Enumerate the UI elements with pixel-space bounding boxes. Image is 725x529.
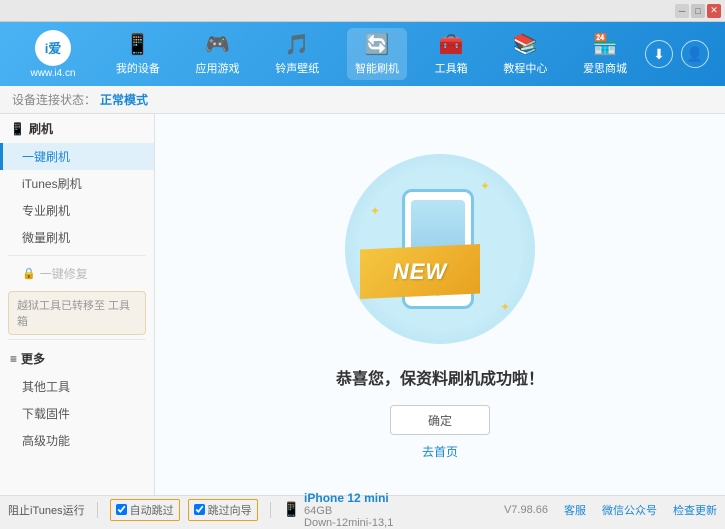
auto-dismiss-checkbox[interactable]: 自动跳过 — [110, 499, 180, 521]
nav-toolbox-icon: 🧰 — [439, 32, 464, 57]
other-tools-label: 其他工具 — [22, 380, 70, 394]
nav-tutorials-icon: 📚 — [513, 32, 538, 57]
nav-device-label: 我的设备 — [116, 60, 160, 76]
header-right: ⬇ 👤 — [645, 40, 717, 68]
jailbreak-notice-text: 越狱工具已转移至 工具箱 — [17, 300, 130, 328]
nav-apps-label: 应用游戏 — [196, 60, 240, 76]
success-illustration: NEW ✦ ✦ ✦ — [340, 149, 540, 349]
sidebar-item-advanced[interactable]: 高级功能 — [0, 427, 154, 454]
pro-flash-label: 专业刷机 — [22, 204, 70, 218]
one-key-flash-label: 一键刷机 — [22, 150, 70, 164]
nav-toolbox-label: 工具箱 — [435, 60, 468, 76]
sidebar-item-itunes-flash[interactable]: iTunes刷机 — [0, 170, 154, 197]
rescue-title: 一键修复 — [40, 265, 88, 282]
window-controls: ─ □ ✕ — [675, 4, 721, 18]
status-value: 正常模式 — [100, 91, 148, 108]
confirm-button-label: 确定 — [428, 412, 452, 429]
nav-device-icon: 📱 — [125, 32, 150, 57]
sidebar-section-flash: 📱 刷机 — [0, 114, 154, 143]
nav-brand-shop[interactable]: 🏪 爱思商城 — [575, 28, 635, 80]
flash-section-title: 刷机 — [29, 120, 53, 137]
device-name: iPhone 12 mini — [304, 491, 393, 505]
more-section-icon: ≡ — [10, 352, 17, 366]
bottom-right: V7.98.66 客服 微信公众号 检查更新 — [504, 502, 717, 518]
bottom-divider-1 — [97, 502, 98, 518]
wechat-link[interactable]: 微信公众号 — [602, 502, 657, 518]
logo-url: www.i4.cn — [30, 68, 75, 79]
flash-section-icon: 📱 — [10, 122, 25, 136]
new-banner: NEW — [360, 244, 480, 299]
sidebar-item-micro-flash[interactable]: 微量刷机 — [0, 224, 154, 251]
sidebar-divider-2 — [8, 339, 146, 340]
title-bar: ─ □ ✕ — [0, 0, 725, 22]
sidebar-item-pro-flash[interactable]: 专业刷机 — [0, 197, 154, 224]
nav-apps-icon: 🎮 — [205, 32, 230, 57]
new-badge-text: NEW — [393, 259, 447, 285]
skip-wizard-checkbox[interactable]: 跳过向导 — [188, 499, 258, 521]
sidebar: 📱 刷机 一键刷机 iTunes刷机 专业刷机 微量刷机 🔒 一键修复 越狱工具… — [0, 114, 155, 495]
minimize-button[interactable]: ─ — [675, 4, 689, 18]
device-phone-icon: 📱 — [283, 501, 300, 518]
device-storage: 64GB — [304, 505, 393, 517]
download-button[interactable]: ⬇ — [645, 40, 673, 68]
sidebar-divider-1 — [8, 255, 146, 256]
rescue-lock-icon: 🔒 — [22, 267, 36, 280]
sparkle-2: ✦ — [370, 204, 380, 218]
micro-flash-label: 微量刷机 — [22, 231, 70, 245]
nav-flash-label: 智能刷机 — [355, 60, 399, 76]
customer-service-link[interactable]: 客服 — [564, 502, 586, 518]
version-label: V7.98.66 — [504, 504, 548, 516]
nav-ringtones-icon: 🎵 — [285, 32, 310, 57]
nav-tutorials[interactable]: 📚 教程中心 — [495, 28, 555, 80]
sparkle-1: ✦ — [480, 179, 490, 193]
user-button[interactable]: 👤 — [681, 40, 709, 68]
nav-shop-icon: 🏪 — [593, 32, 618, 57]
skip-wizard-label: 跳过向导 — [208, 502, 252, 518]
nav-flash-icon: 🔄 — [365, 32, 390, 57]
sidebar-section-more: ≡ 更多 — [0, 344, 154, 373]
header: i爱 www.i4.cn 📱 我的设备 🎮 应用游戏 🎵 铃声壁纸 🔄 智能刷机… — [0, 22, 725, 86]
sidebar-item-other-tools[interactable]: 其他工具 — [0, 373, 154, 400]
nav-items: 📱 我的设备 🎮 应用游戏 🎵 铃声壁纸 🔄 智能刷机 🧰 工具箱 📚 教程中心… — [98, 28, 645, 80]
success-title: 恭喜您，保资料刷机成功啦！ — [336, 365, 544, 389]
sidebar-item-one-key-flash[interactable]: 一键刷机 — [0, 143, 154, 170]
download-firmware-label: 下载固件 — [22, 407, 70, 421]
jailbreak-notice: 越狱工具已转移至 工具箱 — [8, 291, 146, 335]
nav-smart-flash[interactable]: 🔄 智能刷机 — [347, 28, 407, 80]
status-label: 设备连接状态： — [12, 91, 96, 108]
nav-ringtones-label: 铃声壁纸 — [275, 60, 319, 76]
checkbox-area: 自动跳过 跳过向导 — [110, 499, 258, 521]
nav-tutorials-label: 教程中心 — [503, 60, 547, 76]
maximize-button[interactable]: □ — [691, 4, 705, 18]
sidebar-section-rescue: 🔒 一键修复 — [0, 260, 154, 287]
status-bar: 设备连接状态： 正常模式 — [0, 86, 725, 114]
itunes-flash-label: iTunes刷机 — [22, 177, 82, 191]
nav-toolbox[interactable]: 🧰 工具箱 — [427, 28, 476, 80]
stop-itunes-label[interactable]: 阻止iTunes运行 — [8, 502, 85, 518]
main-content: NEW ✦ ✦ ✦ 恭喜您，保资料刷机成功啦！ 确定 去首页 — [155, 114, 725, 495]
sparkle-3: ✦ — [500, 300, 510, 314]
check-update-link[interactable]: 检查更新 — [673, 502, 717, 518]
confirm-button[interactable]: 确定 — [390, 405, 490, 435]
go-today-link[interactable]: 去首页 — [422, 443, 458, 460]
bottom-bar: 阻止iTunes运行 自动跳过 跳过向导 📱 iPhone 12 mini 64… — [0, 495, 725, 523]
more-section-title: 更多 — [21, 350, 45, 367]
nav-ringtones[interactable]: 🎵 铃声壁纸 — [267, 28, 327, 80]
main-layout: 📱 刷机 一键刷机 iTunes刷机 专业刷机 微量刷机 🔒 一键修复 越狱工具… — [0, 114, 725, 495]
advanced-label: 高级功能 — [22, 434, 70, 448]
sidebar-item-download-firmware[interactable]: 下载固件 — [0, 400, 154, 427]
close-button[interactable]: ✕ — [707, 4, 721, 18]
bottom-divider-2 — [270, 502, 271, 518]
nav-my-device[interactable]: 📱 我的设备 — [108, 28, 168, 80]
auto-dismiss-label: 自动跳过 — [130, 502, 174, 518]
nav-apps-games[interactable]: 🎮 应用游戏 — [188, 28, 248, 80]
logo-area: i爱 www.i4.cn — [8, 30, 98, 79]
logo-icon: i爱 — [35, 30, 71, 66]
nav-shop-label: 爱思商城 — [583, 60, 627, 76]
auto-dismiss-input[interactable] — [116, 504, 127, 515]
skip-wizard-input[interactable] — [194, 504, 205, 515]
